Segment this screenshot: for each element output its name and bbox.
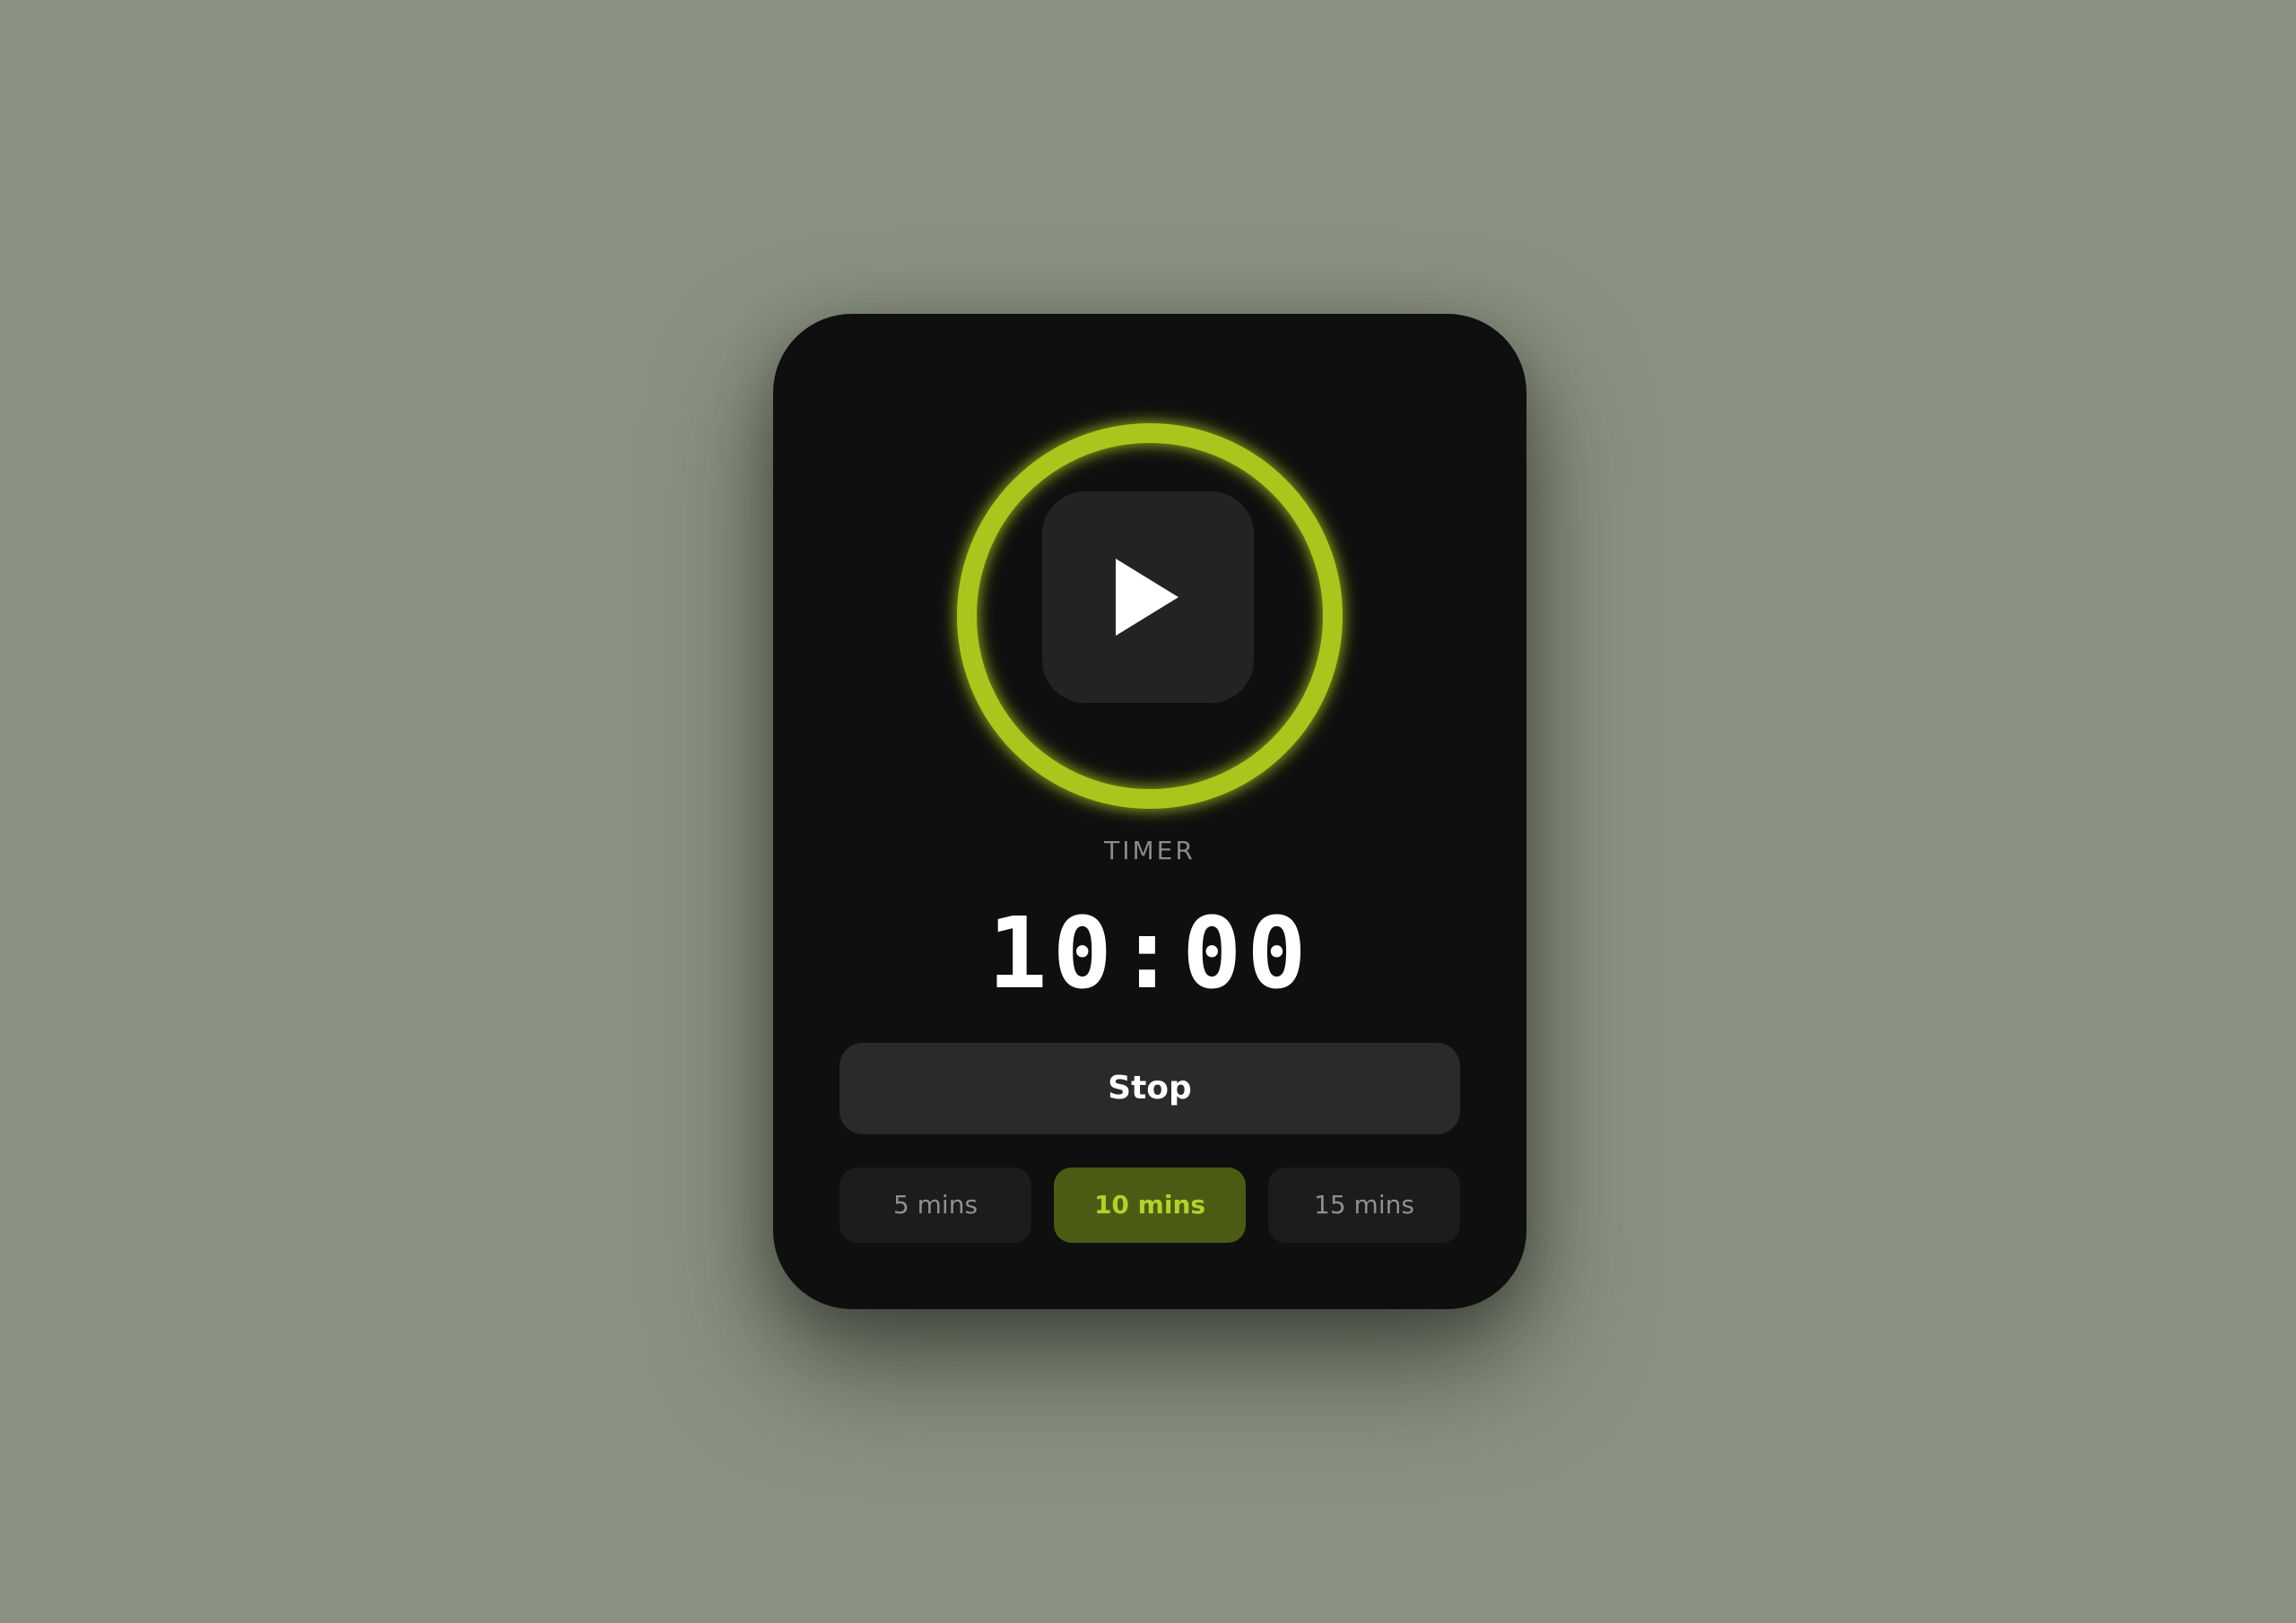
stop-button[interactable]: Stop: [839, 1043, 1460, 1134]
play-button[interactable]: [1042, 491, 1254, 703]
preset-10-mins-button[interactable]: 10 mins: [1054, 1167, 1246, 1243]
timer-label: TIMER: [1104, 836, 1196, 865]
time-display: 10:00: [987, 896, 1312, 1011]
timer-card: TIMER 10:00 Stop 5 mins 10 mins 15 mins: [773, 314, 1526, 1309]
preset-15-mins-button[interactable]: 15 mins: [1268, 1167, 1460, 1243]
preset-5-mins-button[interactable]: 5 mins: [839, 1167, 1031, 1243]
preset-group: 5 mins 10 mins 15 mins: [839, 1167, 1460, 1243]
play-icon: [1116, 559, 1178, 636]
